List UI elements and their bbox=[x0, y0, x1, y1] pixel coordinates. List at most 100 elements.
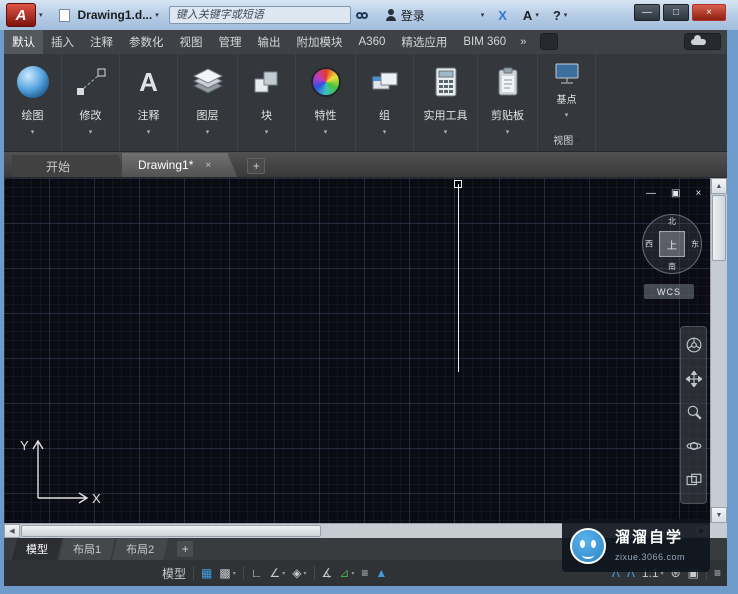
minimize-button[interactable]: — bbox=[634, 4, 660, 21]
panel-draw-label[interactable]: 绘图 bbox=[22, 107, 44, 123]
viewcube-west-label[interactable]: 西 bbox=[645, 239, 653, 250]
ribbon-tab-bim360[interactable]: BIM 360 bbox=[455, 30, 514, 54]
ribbon-tab-home[interactable]: 默认 bbox=[4, 30, 43, 54]
signin-link[interactable]: 登录 bbox=[401, 7, 425, 24]
snap-caret-icon[interactable]: ▾ bbox=[233, 570, 236, 577]
file-tab-drawing1[interactable]: Drawing1* × bbox=[122, 153, 237, 177]
panel-groups-caret-icon[interactable]: ▾ bbox=[383, 128, 387, 136]
search-binoculars-icon[interactable] bbox=[355, 11, 368, 19]
customization-menu-icon[interactable]: ≡ bbox=[714, 567, 721, 579]
polar-caret-icon[interactable]: ▾ bbox=[282, 570, 285, 577]
snap-mode-control[interactable]: ▩ ▾ bbox=[219, 567, 235, 579]
scroll-left-icon[interactable]: ◀ bbox=[4, 524, 20, 538]
panel-groups-label[interactable]: 组 bbox=[379, 107, 390, 123]
qat-drawing-icon[interactable] bbox=[58, 8, 70, 22]
panel-utilities[interactable]: 实用工具 ▾ bbox=[414, 54, 478, 151]
panel-draw-caret-icon[interactable]: ▾ bbox=[31, 128, 35, 136]
file-tab-start[interactable]: 开始 bbox=[12, 155, 128, 177]
isodraft-control[interactable]: ◈ ▾ bbox=[292, 567, 306, 579]
model-space-toggle[interactable]: 模型 bbox=[162, 565, 186, 582]
lineweight-icon[interactable]: ≡ bbox=[361, 567, 368, 579]
panel-modify-label[interactable]: 修改 bbox=[80, 107, 102, 123]
exchange-apps-icon[interactable]: X bbox=[498, 8, 507, 23]
ribbon-tab-featured-apps[interactable]: 精选应用 bbox=[393, 30, 455, 54]
pan-icon[interactable] bbox=[684, 369, 703, 392]
panel-utilities-caret-icon[interactable]: ▾ bbox=[444, 128, 448, 136]
a360-sync-button[interactable]: ▾ bbox=[684, 33, 721, 50]
ribbon-tab-output[interactable]: 输出 bbox=[250, 30, 289, 54]
qat-customize-icon[interactable]: ▾ bbox=[155, 11, 159, 19]
navigation-wheel-icon[interactable] bbox=[686, 337, 702, 358]
drawing-restore-icon[interactable]: ▣ bbox=[671, 188, 680, 199]
panel-utilities-label[interactable]: 实用工具 bbox=[424, 107, 468, 123]
panel-properties-label[interactable]: 特性 bbox=[315, 107, 337, 123]
drawing-close-icon[interactable]: × bbox=[695, 188, 701, 199]
ribbon-tab-manage[interactable]: 管理 bbox=[211, 30, 250, 54]
panel-view-title[interactable]: 视图 ▾ bbox=[553, 132, 580, 147]
search-input[interactable] bbox=[175, 9, 344, 21]
dynamic-input-icon[interactable]: ▲ bbox=[375, 567, 387, 579]
a360-caret-icon[interactable]: ▾ bbox=[535, 11, 539, 19]
drawing-minimize-icon[interactable]: — bbox=[646, 188, 656, 199]
isodraft-caret-icon[interactable]: ▾ bbox=[303, 570, 306, 577]
layout-tab-model[interactable]: 模型 bbox=[12, 538, 62, 560]
panel-layers-caret-icon[interactable]: ▾ bbox=[206, 128, 210, 136]
drawing-canvas[interactable]: — ▣ × 北 南 西 东 上 WCS Y X bbox=[4, 178, 710, 523]
wcs-button[interactable]: WCS bbox=[644, 284, 694, 299]
drawn-line[interactable] bbox=[458, 184, 459, 372]
a360-icon[interactable]: A bbox=[523, 8, 532, 23]
ribbon-tab-parametric[interactable]: 参数化 bbox=[121, 30, 172, 54]
panel-annotate-label[interactable]: 注释 bbox=[138, 107, 160, 123]
maximize-button[interactable]: □ bbox=[663, 4, 689, 21]
ribbon-minimize-button[interactable]: ▾ bbox=[540, 33, 558, 50]
object-snap-icon[interactable]: ⊿ bbox=[339, 567, 349, 579]
zoom-icon[interactable] bbox=[686, 404, 702, 425]
polar-tracking-control[interactable]: ∠ ▾ bbox=[269, 567, 285, 579]
file-tab-close-icon[interactable]: × bbox=[205, 160, 211, 171]
base-button-caret-icon[interactable]: ▾ bbox=[565, 111, 569, 119]
horizontal-scrollbar-thumb[interactable] bbox=[21, 525, 321, 537]
panel-block-caret-icon[interactable]: ▾ bbox=[265, 128, 269, 136]
viewcube[interactable]: 北 南 西 东 上 bbox=[642, 214, 702, 274]
snap-mode-icon[interactable]: ▩ bbox=[219, 567, 230, 579]
help-caret-icon[interactable]: ▾ bbox=[564, 11, 568, 19]
ribbon-tab-view[interactable]: 视图 bbox=[172, 30, 211, 54]
app-menu-caret-icon[interactable]: ▾ bbox=[39, 11, 43, 19]
viewcube-east-label[interactable]: 东 bbox=[691, 239, 699, 250]
help-icon[interactable]: ? bbox=[553, 8, 561, 23]
scroll-up-icon[interactable]: ▲ bbox=[711, 178, 727, 194]
panel-clipboard-label[interactable]: 剪贴板 bbox=[491, 107, 524, 123]
panel-clipboard[interactable]: 剪贴板 ▾ bbox=[478, 54, 538, 151]
panel-block[interactable]: 块 ▾ bbox=[238, 54, 296, 151]
ribbon-tab-annotate[interactable]: 注释 bbox=[82, 30, 121, 54]
vertical-scrollbar[interactable]: ▲ ▼ bbox=[710, 178, 727, 523]
new-drawing-tab-button[interactable]: + bbox=[247, 158, 266, 174]
object-snap-tracking-icon[interactable]: ∡ bbox=[322, 567, 333, 579]
base-button-label[interactable]: 基点 bbox=[557, 91, 577, 106]
osnap-caret-icon[interactable]: ▾ bbox=[351, 570, 354, 577]
panel-view[interactable]: 基点 ▾ 视图 ▾ bbox=[538, 54, 596, 151]
isodraft-icon[interactable]: ◈ bbox=[292, 567, 301, 579]
orbit-icon[interactable] bbox=[686, 438, 702, 459]
panel-layers[interactable]: 图层 ▾ bbox=[178, 54, 238, 151]
viewcube-north-label[interactable]: 北 bbox=[668, 216, 676, 227]
ortho-mode-icon[interactable]: ∟ bbox=[251, 567, 263, 579]
showmotion-icon[interactable] bbox=[686, 472, 702, 493]
panel-draw[interactable]: 绘图 ▾ bbox=[4, 54, 62, 151]
ribbon-tab-a360[interactable]: A360 bbox=[351, 30, 394, 54]
panel-properties[interactable]: 特性 ▾ bbox=[296, 54, 356, 151]
panel-layers-label[interactable]: 图层 bbox=[197, 107, 219, 123]
grid-display-icon[interactable]: ▦ bbox=[201, 567, 212, 579]
new-layout-button[interactable]: + bbox=[177, 541, 194, 557]
polar-tracking-icon[interactable]: ∠ bbox=[269, 567, 280, 579]
ribbon-tab-addins[interactable]: 附加模块 bbox=[289, 30, 351, 54]
scroll-down-icon[interactable]: ▼ bbox=[711, 507, 727, 523]
panel-annotate[interactable]: A 注释 ▾ bbox=[120, 54, 178, 151]
ribbon-tab-insert[interactable]: 插入 bbox=[43, 30, 82, 54]
app-menu-button[interactable]: A bbox=[6, 3, 36, 27]
panel-modify[interactable]: 修改 ▾ bbox=[62, 54, 120, 151]
panel-clipboard-caret-icon[interactable]: ▾ bbox=[506, 128, 510, 136]
vertical-scrollbar-thumb[interactable] bbox=[712, 195, 726, 261]
ribbon-tab-overflow-icon[interactable]: » bbox=[514, 30, 532, 54]
signin-caret-icon[interactable]: ▾ bbox=[481, 11, 485, 19]
